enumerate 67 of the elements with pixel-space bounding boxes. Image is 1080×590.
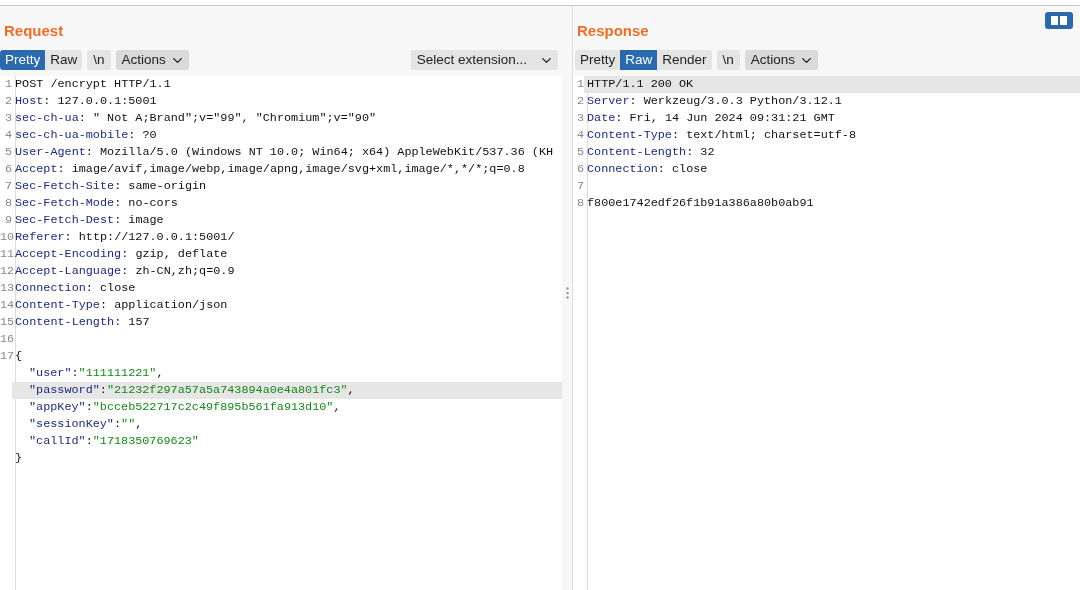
code-line: Referer: http://127.0.0.1:5001/ [14, 229, 236, 246]
code-line: Content-Length: 157 [14, 314, 151, 331]
code-line: "appKey":"bcceb522717c2c49f895b561fa913d10", [28, 399, 342, 416]
code-line: User-Agent: Mozilla/5.0 (Windows NT 10.0; Win64; x64) AppleWebKit/537.36 (KH [14, 144, 555, 161]
code-line: Sec-Fetch-Site: same-origin [14, 178, 208, 195]
code-line: Content-Length: 32 [586, 144, 716, 161]
line-number: 5 [3, 144, 12, 161]
code-line: Connection: close [586, 161, 709, 178]
code-line: } [14, 450, 23, 467]
newline-toggle[interactable]: \n [87, 50, 111, 70]
code-line: "user":"111111221", [28, 365, 165, 382]
actions-dropdown[interactable]: Actions [744, 50, 819, 70]
line-number: 14 [0, 297, 12, 314]
line-number: 7 [3, 178, 12, 195]
code-line: sec-ch-ua: " Not A;Brand";v="99", "Chromium";v="90" [14, 110, 378, 127]
view-tab[interactable]: Render [657, 50, 712, 70]
code-line: Content-Type: text/html; charset=utf-8 [586, 127, 858, 144]
line-number: 1 [3, 76, 12, 93]
line-number: 10 [0, 229, 12, 246]
line-number: 5 [575, 144, 584, 161]
view-tab[interactable]: Raw [620, 50, 658, 70]
line-number: 3 [575, 110, 584, 127]
layout-toggle[interactable] [1045, 12, 1073, 29]
line-number: 16 [0, 331, 12, 348]
code-line: "sessionKey":"", [28, 416, 144, 433]
view-tab[interactable]: Pretty [0, 50, 46, 70]
line-number: 4 [575, 127, 584, 144]
line-number: 6 [3, 161, 12, 178]
code-line: Accept: image/avif,image/webp,image/apng,image/svg+xml,image/*,*/*;q=0.8 [14, 161, 526, 178]
code-line: Date: Fri, 14 Jun 2024 09:31:21 GMT [586, 110, 836, 127]
code-line: Sec-Fetch-Mode: no-cors [14, 195, 179, 212]
panel-title: Response [576, 21, 649, 41]
code-line: Content-Type: application/json [14, 297, 229, 314]
code-line: Server: Werkzeug/3.0.3 Python/3.12.1 [586, 93, 843, 110]
panel-title: Request [3, 21, 65, 41]
code-line: POST /encrypt HTTP/1.1 [14, 76, 172, 93]
newline-toggle[interactable]: \n [716, 50, 740, 70]
line-number: 2 [3, 93, 12, 110]
code-line: "callId":"1718350769623" [28, 433, 200, 450]
code-line: Host: 127.0.0.1:5001 [14, 93, 158, 110]
line-number: 2 [575, 93, 584, 110]
line-number: 4 [3, 127, 12, 144]
code-line: Accept-Encoding: gzip, deflate [14, 246, 229, 263]
line-number: 6 [575, 161, 584, 178]
line-number: 3 [3, 110, 12, 127]
actions-dropdown[interactable]: Actions [115, 50, 189, 70]
extension-select[interactable]: Select extension... [410, 50, 558, 70]
drag-handle-icon [565, 287, 569, 299]
line-number: 1 [575, 76, 584, 93]
line-number: 11 [0, 246, 12, 263]
code-line: f800e1742edf26f1b91a386a80b0ab91 [586, 195, 815, 212]
line-number: 8 [575, 195, 584, 212]
split-view-icon [1051, 16, 1067, 25]
line-number: 9 [3, 212, 12, 229]
view-tab[interactable]: Raw [45, 50, 83, 70]
code-line: Accept-Language: zh-CN,zh;q=0.9 [14, 263, 236, 280]
code-line: Sec-Fetch-Dest: image [14, 212, 165, 229]
code-line: Connection: close [14, 280, 137, 297]
line-number: 15 [0, 314, 12, 331]
code-line: { [14, 348, 23, 365]
line-number: 13 [0, 280, 12, 297]
view-tab[interactable]: Pretty [575, 50, 621, 70]
line-number: 8 [3, 195, 12, 212]
line-number: 12 [0, 263, 12, 280]
code-line: sec-ch-ua-mobile: ?0 [14, 127, 158, 144]
line-number: 7 [575, 178, 584, 195]
line-number: 17 [0, 348, 12, 365]
